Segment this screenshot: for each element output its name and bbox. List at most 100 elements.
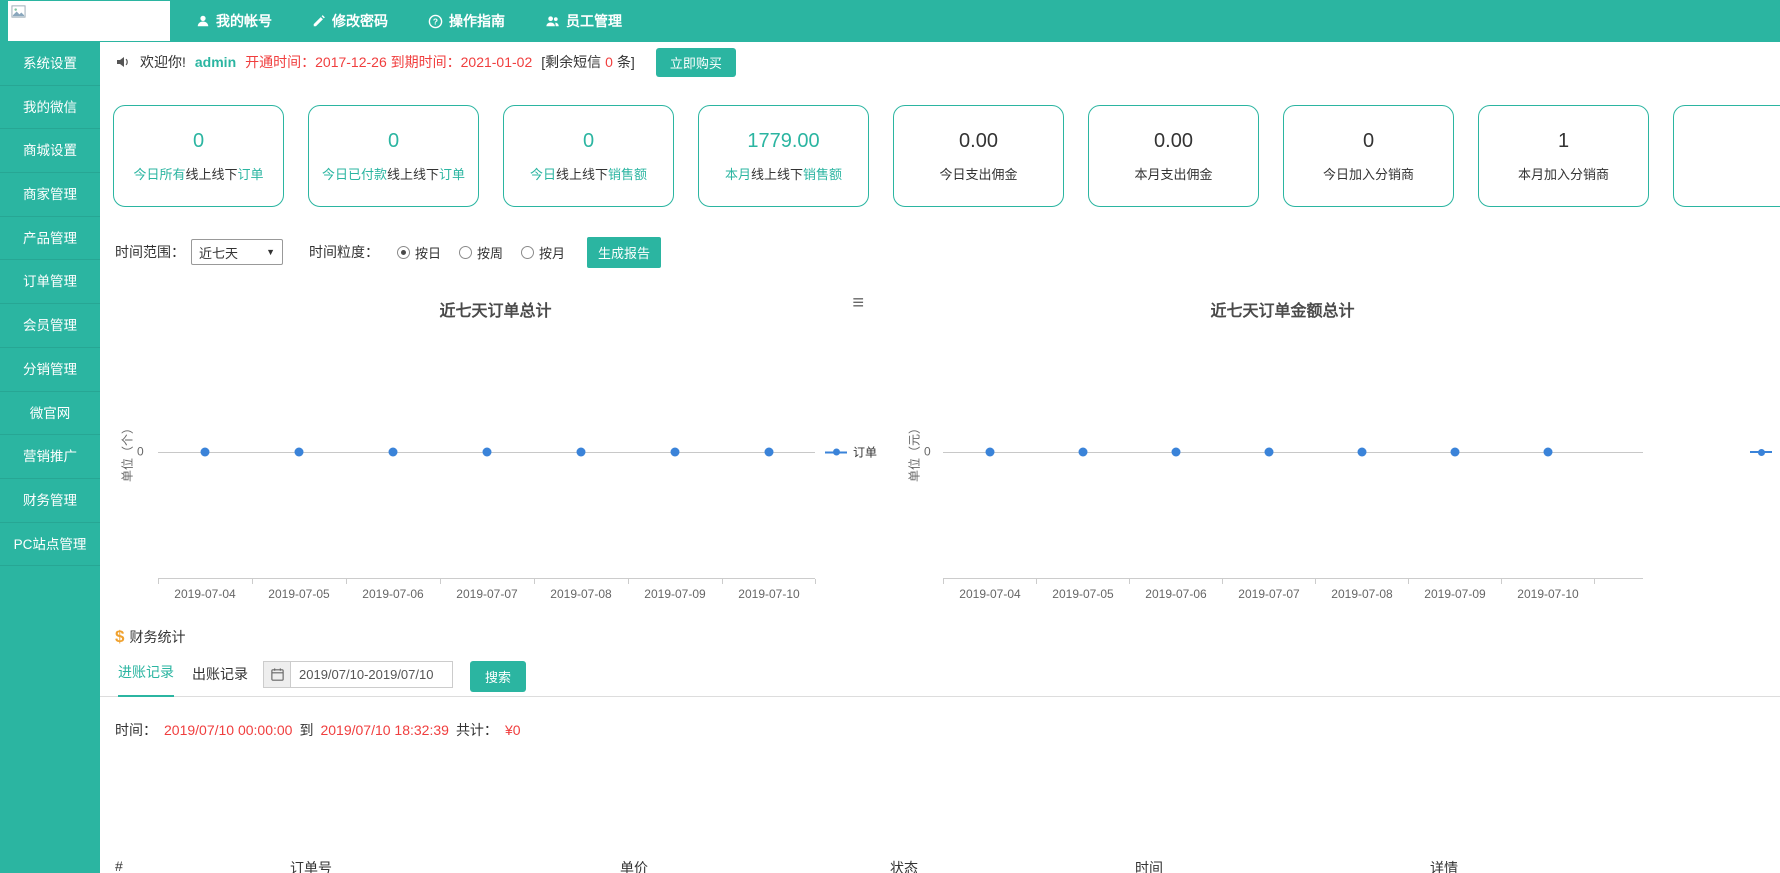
time-range-select[interactable]: 近七天 ▼ [191, 239, 283, 265]
summary-end-time: 2019/07/10 18:32:39 [320, 722, 448, 738]
broken-image-icon [11, 4, 26, 19]
sidebar-item-marketing[interactable]: 营销推广 [0, 435, 100, 479]
legend-label: 订单 [853, 444, 877, 461]
col-order-no: 订单号 [290, 858, 332, 873]
welcome-bar: 欢迎你! admin 开通时间：2017-12-26 到期时间：2021-01-… [100, 42, 1780, 82]
data-point [671, 448, 680, 457]
orders-chart: 近七天订单总计 ≡ 单位（个） 0 [113, 285, 878, 610]
stat-card-label: 本月线上线下销售额 [725, 164, 842, 183]
x-axis-label: 2019-07-06 [362, 587, 423, 601]
tab-expense-records[interactable]: 出账记录 [192, 664, 248, 697]
axis-tick [1408, 579, 1409, 584]
stat-card-value: 0 [1363, 130, 1374, 153]
finance-summary: 时间： 2019/07/10 00:00:00 到 2019/07/10 18:… [115, 720, 528, 740]
sidebar-item-product-management[interactable]: 产品管理 [0, 217, 100, 261]
summary-to-label: 到 [299, 720, 313, 740]
generate-report-button[interactable]: 生成报告 [587, 237, 661, 268]
finance-tabs-row: 进账记录 出账记录 搜索 [100, 656, 1780, 697]
sidebar-item-my-wechat[interactable]: 我的微信 [0, 86, 100, 130]
radio-by-day[interactable]: 按日 [397, 243, 441, 262]
sidebar-item-merchant-management[interactable]: 商家管理 [0, 173, 100, 217]
stat-card-today-paid-orders: 0 今日已付款线上线下订单 [308, 105, 479, 207]
x-axis-label: 2019-07-10 [1517, 587, 1578, 601]
date-range-group [263, 661, 453, 688]
legend-item-orders[interactable]: 订单 [825, 444, 877, 461]
nav-guide[interactable]: ? 操作指南 [428, 11, 505, 31]
sidebar: 系统设置 我的微信 商城设置 商家管理 产品管理 订单管理 会员管理 分销管理 … [0, 42, 100, 873]
sidebar-item-distribution-management[interactable]: 分销管理 [0, 348, 100, 392]
x-axis-label: 2019-07-09 [644, 587, 705, 601]
series-line [943, 452, 1643, 453]
axis-tick [1222, 579, 1223, 584]
validity-text: 开通时间：2017-12-26 到期时间：2021-01-02 [245, 52, 532, 72]
x-axis-label: 2019-07-10 [738, 587, 799, 601]
sidebar-item-member-management[interactable]: 会员管理 [0, 304, 100, 348]
stat-card-today-sales: 0 今日线上线下销售额 [503, 105, 674, 207]
label-seg: 线上线下 [751, 167, 803, 182]
chart-title: 近七天订单总计 [113, 297, 878, 321]
nav-my-account[interactable]: 我的帐号 [196, 11, 272, 31]
calendar-button[interactable] [263, 661, 291, 688]
stat-card-value: 0 [388, 130, 399, 153]
x-axis-label: 2019-07-05 [1052, 587, 1113, 601]
sms-remaining: [剩余短信0条] [541, 52, 639, 72]
edit-icon [312, 14, 326, 28]
label-seg: 线上线下 [185, 167, 237, 182]
label-seg: 今日所有 [133, 167, 185, 182]
x-axis [943, 578, 1643, 579]
radio-by-week[interactable]: 按周 [459, 243, 503, 262]
radio-icon [459, 246, 472, 259]
date-range-input[interactable] [291, 661, 453, 688]
stat-card-value: 0 [193, 130, 204, 153]
stat-card-clipped [1673, 105, 1780, 207]
axis-tick [252, 579, 253, 584]
legend-item-clipped[interactable] [1750, 451, 1778, 453]
chart-menu-icon[interactable]: ≡ [852, 293, 864, 313]
nav-staff-management[interactable]: 员工管理 [545, 11, 622, 31]
col-status: 状态 [890, 858, 918, 873]
y-axis-unit-label: 单位（个） [119, 422, 136, 482]
sidebar-item-mall-settings[interactable]: 商城设置 [0, 129, 100, 173]
label-seg: 今日支出佣金 [939, 167, 1017, 182]
calendar-icon [270, 667, 285, 682]
stat-card-today-commission: 0.00 今日支出佣金 [893, 105, 1064, 207]
label-seg: 今日加入分销商 [1323, 167, 1414, 182]
chart-title: 近七天订单金额总计 [900, 297, 1665, 321]
sidebar-item-order-management[interactable]: 订单管理 [0, 260, 100, 304]
axis-tick [346, 579, 347, 584]
axis-tick [628, 579, 629, 584]
main-content: 欢迎你! admin 开通时间：2017-12-26 到期时间：2021-01-… [100, 42, 1780, 873]
sidebar-item-system-settings[interactable]: 系统设置 [0, 42, 100, 86]
stat-card-label: 今日线上线下销售额 [530, 164, 647, 183]
legend-marker-icon [1750, 451, 1772, 453]
data-point [201, 448, 210, 457]
buy-now-button[interactable]: 立即购买 [656, 48, 736, 77]
axis-tick [1129, 579, 1130, 584]
sidebar-item-finance-management[interactable]: 财务管理 [0, 479, 100, 523]
x-axis-label: 2019-07-06 [1145, 587, 1206, 601]
speaker-icon [115, 54, 131, 70]
nav-label: 操作指南 [449, 11, 505, 31]
radio-by-month[interactable]: 按月 [521, 243, 565, 262]
label-seg: 今日 [530, 167, 556, 182]
sidebar-item-micro-site[interactable]: 微官网 [0, 392, 100, 436]
tab-income-records[interactable]: 进账记录 [118, 662, 174, 697]
stat-card-value: 1779.00 [747, 130, 819, 153]
sidebar-item-pc-site-management[interactable]: PC站点管理 [0, 523, 100, 567]
label-seg: 今日已付款 [322, 167, 387, 182]
label-seg: 销售额 [803, 167, 842, 182]
granularity-label: 时间粒度： [309, 242, 379, 262]
finance-section-title: $ 财务统计 [115, 627, 185, 647]
axis-tick [943, 579, 944, 584]
stat-card-label: 今日支出佣金 [939, 164, 1017, 183]
nav-label: 员工管理 [566, 11, 622, 31]
col-time: 时间 [1135, 858, 1163, 873]
stat-card-label: 今日加入分销商 [1323, 164, 1414, 183]
axis-tick [1036, 579, 1037, 584]
data-point [1544, 448, 1553, 457]
search-button[interactable]: 搜索 [470, 661, 526, 692]
data-point [1451, 448, 1460, 457]
data-point [1079, 448, 1088, 457]
nav-change-password[interactable]: 修改密码 [312, 11, 388, 31]
stat-card-month-commission: 0.00 本月支出佣金 [1088, 105, 1259, 207]
